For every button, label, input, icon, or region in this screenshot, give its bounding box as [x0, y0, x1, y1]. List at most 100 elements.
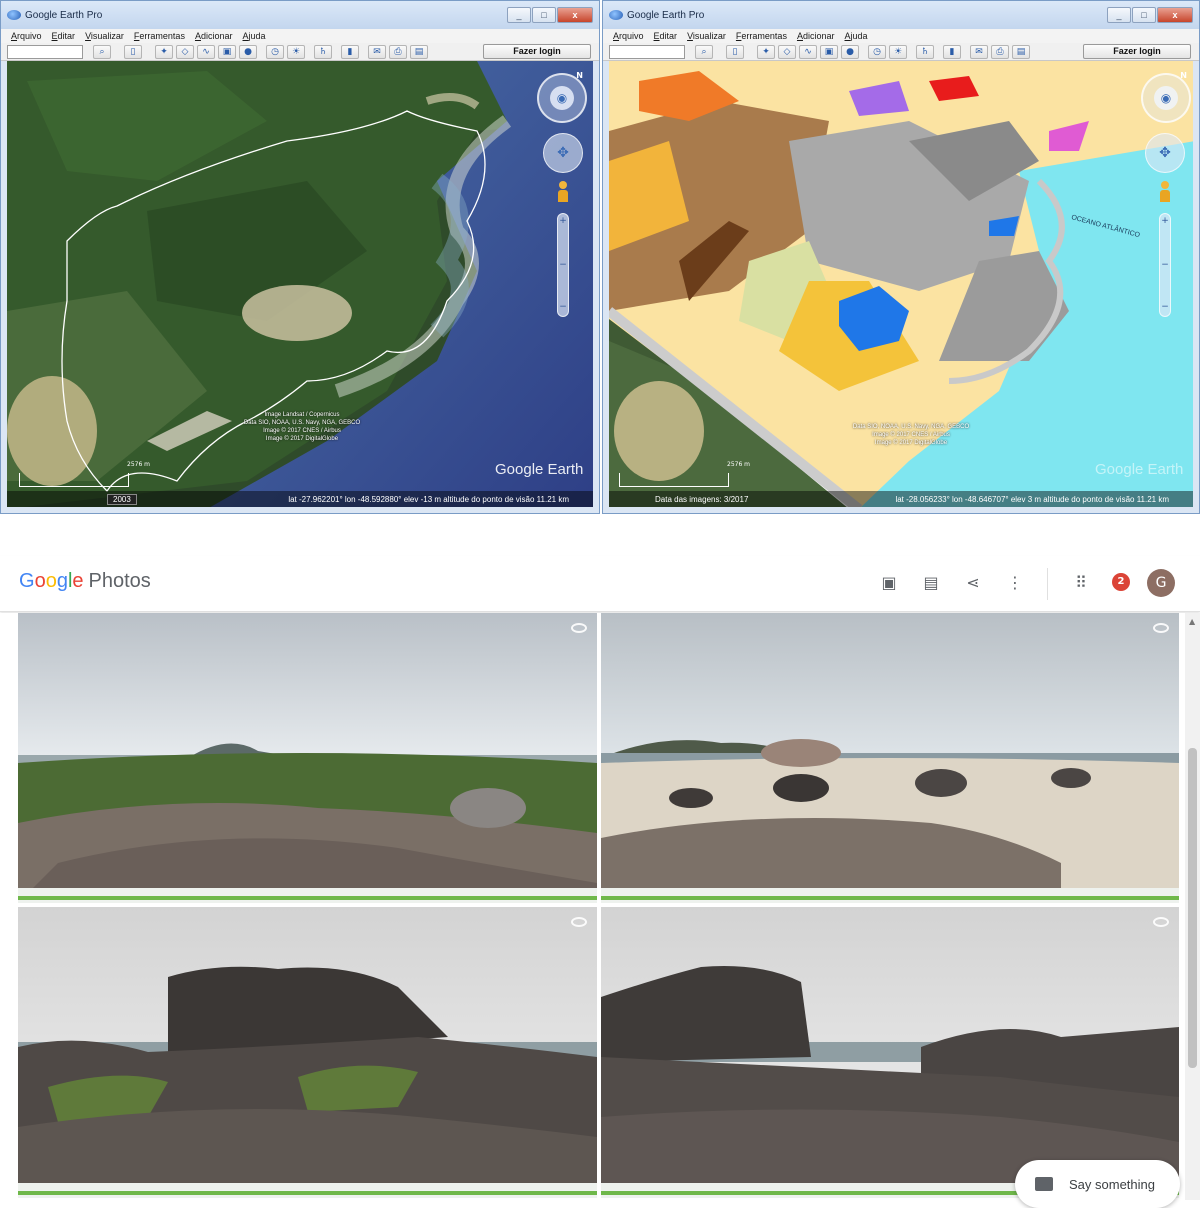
google-earth-app-icon — [7, 10, 21, 20]
login-button[interactable]: Fazer login — [483, 44, 591, 59]
maximize-button[interactable]: □ — [1132, 7, 1156, 23]
move-control[interactable]: ✥ — [1145, 133, 1185, 173]
menu-editar[interactable]: Editar — [654, 31, 678, 41]
sunlight-icon[interactable]: ☀ — [889, 44, 907, 59]
move-control[interactable]: ✥ — [543, 133, 583, 173]
scale-label: 2576 m — [127, 461, 151, 468]
earth-viewport[interactable]: OCEANO ATLÂNTICO ◉ N ✥ + − − Data SIO, N… — [609, 61, 1193, 507]
toolbar: ⌕ ▯ ✦ ◇ ∿ ▣ ● ◷ ☀ ♄ ▮ ✉ ⎙ ▤ Fazer login — [603, 43, 1199, 61]
street-view-pegman-icon[interactable] — [1160, 181, 1170, 203]
toolbar: ⌕ ▯ ✦ ◇ ∿ ▣ ● ◷ ☀ ♄ ▮ ✉ ⎙ ▤ Fazer login — [1, 43, 599, 61]
historical-imagery-icon[interactable]: ◷ — [266, 44, 284, 59]
sunlight-icon[interactable]: ☀ — [287, 44, 305, 59]
ruler-icon[interactable]: ▮ — [943, 44, 961, 59]
imagery-date: Data das imagens: 3/2017 — [655, 494, 749, 504]
menu-arquivo[interactable]: Arquivo — [11, 31, 42, 41]
sidebar-toggle-icon[interactable]: ▯ — [124, 44, 142, 59]
menu-editar[interactable]: Editar — [52, 31, 76, 41]
menu-visualizar[interactable]: Visualizar — [85, 31, 124, 41]
window-titlebar[interactable]: Google Earth Pro _ □ x — [603, 1, 1199, 29]
add-photo-icon[interactable]: ▣ — [878, 572, 900, 594]
placemark-icon[interactable]: ✦ — [757, 44, 775, 59]
save-image-icon[interactable]: ▤ — [1012, 44, 1030, 59]
earth-viewport[interactable]: ◉ N ✥ + − − Image Landsat / Copernicus D… — [7, 61, 593, 507]
window-titlebar[interactable]: Google Earth Pro _ □ x — [1, 1, 599, 29]
scrollbar[interactable]: ▲ — [1185, 613, 1200, 1200]
path-icon[interactable]: ∿ — [799, 44, 817, 59]
placemark-icon[interactable]: ✦ — [155, 44, 173, 59]
zoom-in-icon[interactable]: + — [558, 216, 568, 226]
polygon-icon[interactable]: ◇ — [176, 44, 194, 59]
minimize-button[interactable]: _ — [1107, 7, 1131, 23]
planets-icon[interactable]: ♄ — [916, 44, 934, 59]
menu-ajuda[interactable]: Ajuda — [845, 31, 868, 41]
print-icon[interactable]: ⎙ — [991, 44, 1009, 59]
imagery-attribution: Data SIO, NOAA, U.S. Navy, NGA, GEBCO Im… — [852, 424, 970, 446]
photo-tile[interactable] — [18, 613, 597, 903]
google-earth-app-icon — [609, 10, 623, 20]
scale-bar — [619, 473, 729, 487]
zoom-slider[interactable]: + − − — [557, 213, 569, 317]
photo-sphere-icon — [571, 917, 587, 927]
north-indicator-icon: N — [1180, 71, 1187, 80]
minimize-button[interactable]: _ — [507, 7, 531, 23]
save-image-icon[interactable]: ▤ — [410, 44, 428, 59]
menu-arquivo[interactable]: Arquivo — [613, 31, 644, 41]
historical-imagery-icon[interactable]: ◷ — [868, 44, 886, 59]
street-view-pegman-icon[interactable] — [558, 181, 568, 203]
zoom-out-icon[interactable]: − — [558, 302, 568, 312]
imagery-attribution: Image Landsat / Copernicus Data SIO, NOA… — [243, 412, 361, 442]
search-input[interactable] — [609, 44, 685, 59]
avatar[interactable]: G — [1147, 569, 1175, 597]
scrollbar-thumb[interactable] — [1188, 748, 1197, 1068]
status-bar: Data das imagens: 3/2017 lat -28.056233°… — [609, 491, 1193, 507]
photo-tile[interactable] — [601, 907, 1179, 1198]
planets-icon[interactable]: ♄ — [314, 44, 332, 59]
path-icon[interactable]: ∿ — [197, 44, 215, 59]
more-vert-icon[interactable]: ⋮ — [1004, 572, 1026, 594]
image-overlay-icon[interactable]: ▣ — [218, 44, 236, 59]
menu-visualizar[interactable]: Visualizar — [687, 31, 726, 41]
sidebar-toggle-icon[interactable]: ▯ — [726, 44, 744, 59]
menu-ajuda[interactable]: Ajuda — [243, 31, 266, 41]
chat-input-bubble[interactable]: Say something — [1015, 1160, 1180, 1208]
zoom-out-icon[interactable]: − — [1160, 302, 1170, 312]
menu-adicionar[interactable]: Adicionar — [797, 31, 835, 41]
menu-ferramentas[interactable]: Ferramentas — [736, 31, 787, 41]
login-button[interactable]: Fazer login — [1083, 44, 1191, 59]
scroll-up-icon[interactable]: ▲ — [1189, 617, 1195, 626]
photo-tile[interactable] — [601, 613, 1179, 903]
ruler-icon[interactable]: ▮ — [341, 44, 359, 59]
scale-label: 2576 m — [727, 461, 751, 468]
zoom-in-icon[interactable]: + — [1160, 216, 1170, 226]
close-button[interactable]: x — [557, 7, 593, 23]
comment-icon[interactable]: ▤ — [920, 572, 942, 594]
zoom-handle[interactable]: − — [1160, 260, 1170, 270]
look-control[interactable]: ◉ N — [537, 71, 587, 123]
share-icon[interactable]: ⋖ — [962, 572, 984, 594]
maximize-button[interactable]: □ — [532, 7, 556, 23]
email-icon[interactable]: ✉ — [970, 44, 988, 59]
menu-ferramentas[interactable]: Ferramentas — [134, 31, 185, 41]
photo-tile[interactable] — [18, 907, 597, 1198]
search-icon[interactable]: ⌕ — [93, 44, 111, 59]
google-earth-logo: Google Earth — [495, 461, 584, 478]
close-button[interactable]: x — [1157, 7, 1193, 23]
message-icon — [1035, 1177, 1053, 1191]
record-tour-icon[interactable]: ● — [239, 44, 257, 59]
zoom-slider[interactable]: + − − — [1159, 213, 1171, 317]
polygon-icon[interactable]: ◇ — [778, 44, 796, 59]
menu-adicionar[interactable]: Adicionar — [195, 31, 233, 41]
email-icon[interactable]: ✉ — [368, 44, 386, 59]
menubar: Arquivo Editar Visualizar Ferramentas Ad… — [603, 29, 1199, 43]
zoom-handle[interactable]: − — [558, 260, 568, 270]
print-icon[interactable]: ⎙ — [389, 44, 407, 59]
record-tour-icon[interactable]: ● — [841, 44, 859, 59]
search-input[interactable] — [7, 44, 83, 59]
apps-grid-icon[interactable]: ⠿ — [1070, 572, 1092, 594]
notification-badge[interactable]: 2 — [1112, 573, 1130, 591]
search-icon[interactable]: ⌕ — [695, 44, 713, 59]
google-photos-logo[interactable]: Google Photos — [19, 570, 151, 593]
image-overlay-icon[interactable]: ▣ — [820, 44, 838, 59]
look-control[interactable]: ◉ N — [1141, 71, 1191, 123]
